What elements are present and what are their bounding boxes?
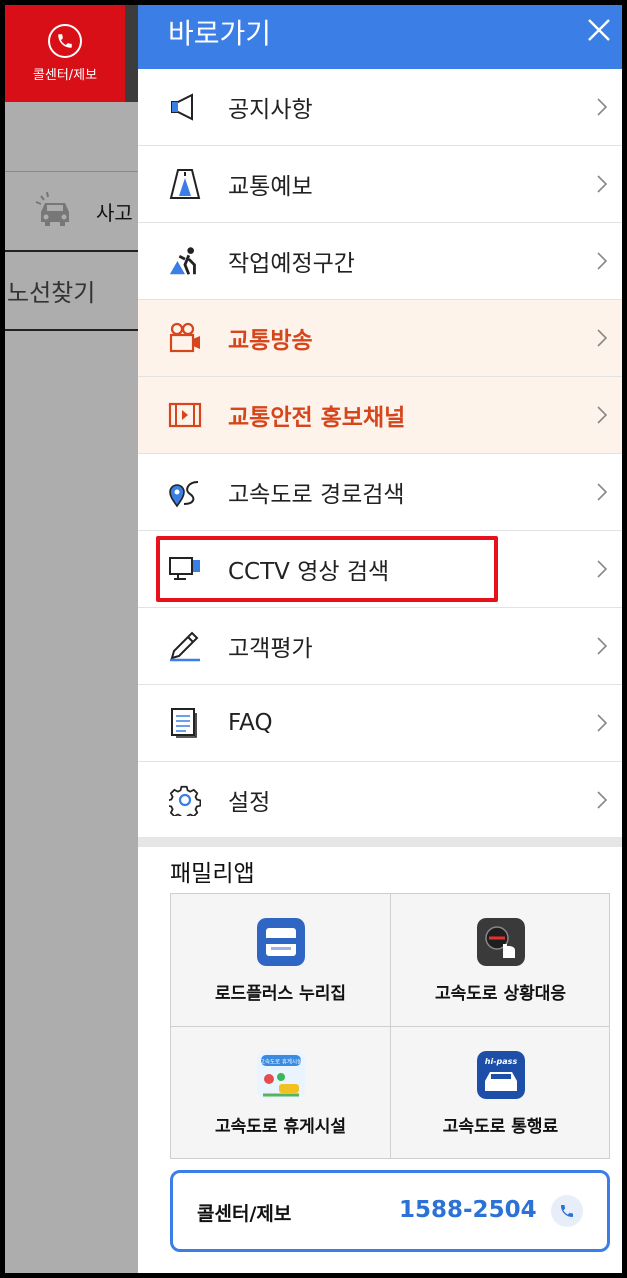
- chevron-right-icon: [597, 98, 608, 116]
- video-camera-icon: [168, 322, 202, 354]
- family-app-rest-area[interactable]: 고속도로 휴게시설 고속도로 휴게시설: [171, 1027, 390, 1159]
- chevron-right-icon: [597, 406, 608, 424]
- menu-item-customer-review[interactable]: 고객평가: [138, 608, 622, 685]
- section-divider: [138, 837, 622, 847]
- menu-item-work-zone[interactable]: 작업예정구간: [138, 223, 622, 300]
- document-list-icon: [168, 707, 202, 739]
- menu-item-label: 교통예보: [228, 174, 313, 200]
- menu-item-traffic-forecast[interactable]: 교통예보: [138, 146, 622, 223]
- family-app-label: 로드플러스 누리집: [214, 984, 347, 1004]
- chevron-right-icon: [597, 483, 608, 501]
- family-app-situation[interactable]: 고속도로 상황대응: [391, 894, 610, 1026]
- family-app-label: 고속도로 휴게시설: [214, 1117, 347, 1137]
- chevron-right-icon: [597, 175, 608, 193]
- video-play-icon: [168, 399, 202, 431]
- family-app-label: 고속도로 상황대응: [434, 984, 567, 1004]
- bg-callcenter-button[interactable]: 콜센터/제보: [5, 5, 125, 102]
- family-app-roadplus[interactable]: 로드플러스 누리집: [171, 894, 390, 1026]
- menu-item-route-search[interactable]: 고속도로 경로검색: [138, 454, 622, 531]
- callcenter-button[interactable]: 콜센터/제보 1588-2504: [170, 1170, 610, 1252]
- shortcut-drawer: 바로가기 공지사항 교통예보 작업예정구간 교통방송 교통안전 홍보채널 고속도…: [138, 5, 622, 1273]
- chevron-right-icon: [597, 329, 608, 347]
- menu-item-label: 교통방송: [228, 328, 313, 354]
- menu-item-faq[interactable]: FAQ: [138, 685, 622, 762]
- drawer-header: 바로가기: [138, 5, 622, 69]
- hipass-icon-text: hi-pass: [484, 1057, 517, 1066]
- menu-item-label: FAQ: [228, 710, 273, 736]
- screen: 콜센터/제보 사고 노선찾기 바로가기 공지사항 교통예보 작업예정구간 교통방…: [5, 5, 622, 1273]
- menu-item-settings[interactable]: 설정: [138, 762, 622, 839]
- cctv-monitor-icon: [168, 553, 202, 585]
- menu-item-safety-channel[interactable]: 교통안전 홍보채널: [138, 377, 622, 454]
- bg-accident-label: 사고: [96, 200, 133, 225]
- hipass-app-icon: hi-pass: [476, 1051, 525, 1099]
- menu-item-label: CCTV 영상 검색: [228, 559, 390, 585]
- car-accident-icon: [35, 191, 69, 226]
- menu-item-label: 고속도로 경로검색: [228, 482, 405, 508]
- chevron-right-icon: [597, 637, 608, 655]
- bg-route-search-item[interactable]: 노선찾기: [5, 251, 138, 331]
- menu-item-notice[interactable]: 공지사항: [138, 69, 622, 146]
- family-app-toll[interactable]: hi-pass 고속도로 통행료: [391, 1027, 610, 1159]
- callcenter-label: 콜센터/제보: [197, 1203, 292, 1225]
- megaphone-icon: [168, 91, 202, 123]
- situation-app-icon: [476, 918, 525, 966]
- menu-item-traffic-broadcast[interactable]: 교통방송: [138, 300, 622, 377]
- phone-icon: [48, 24, 82, 58]
- menu-item-label: 설정: [228, 790, 271, 816]
- family-apps-title: 패밀리앱: [170, 861, 255, 887]
- shortcut-menu: 공지사항 교통예보 작업예정구간 교통방송 교통안전 홍보채널 고속도로 경로검…: [138, 69, 622, 839]
- family-apps-grid: 로드플러스 누리집 고속도로 상황대응 고속도로 휴게시설 고속도로 휴게시설 …: [170, 893, 610, 1159]
- chevron-right-icon: [597, 560, 608, 578]
- roadplus-app-icon: [256, 918, 305, 966]
- close-icon[interactable]: [586, 17, 612, 43]
- drawer-title: 바로가기: [168, 17, 272, 50]
- chevron-right-icon: [597, 252, 608, 270]
- pencil-icon: [168, 630, 202, 662]
- road-work-icon: [168, 245, 202, 277]
- menu-item-cctv-search[interactable]: CCTV 영상 검색: [138, 531, 622, 608]
- menu-item-label: 작업예정구간: [228, 251, 355, 277]
- road-forecast-icon: [168, 168, 202, 200]
- menu-item-label: 교통안전 홍보채널: [228, 405, 406, 431]
- bg-route-search-label: 노선찾기: [7, 278, 96, 307]
- bg-accident-item[interactable]: 사고: [5, 171, 138, 252]
- gear-icon: [168, 784, 202, 816]
- rest-area-icon-text: 고속도로 휴게시설: [259, 1058, 301, 1066]
- menu-item-label: 고객평가: [228, 636, 313, 662]
- rest-area-app-icon: 고속도로 휴게시설: [256, 1051, 305, 1099]
- chevron-right-icon: [597, 714, 608, 732]
- menu-item-label: 공지사항: [228, 97, 313, 123]
- callcenter-number: 1588-2504: [399, 1197, 537, 1223]
- phone-icon: [551, 1195, 583, 1227]
- family-app-label: 고속도로 통행료: [442, 1117, 559, 1137]
- chevron-right-icon: [597, 791, 608, 809]
- route-pin-icon: [168, 476, 202, 508]
- bg-callcenter-label: 콜센터/제보: [32, 68, 98, 83]
